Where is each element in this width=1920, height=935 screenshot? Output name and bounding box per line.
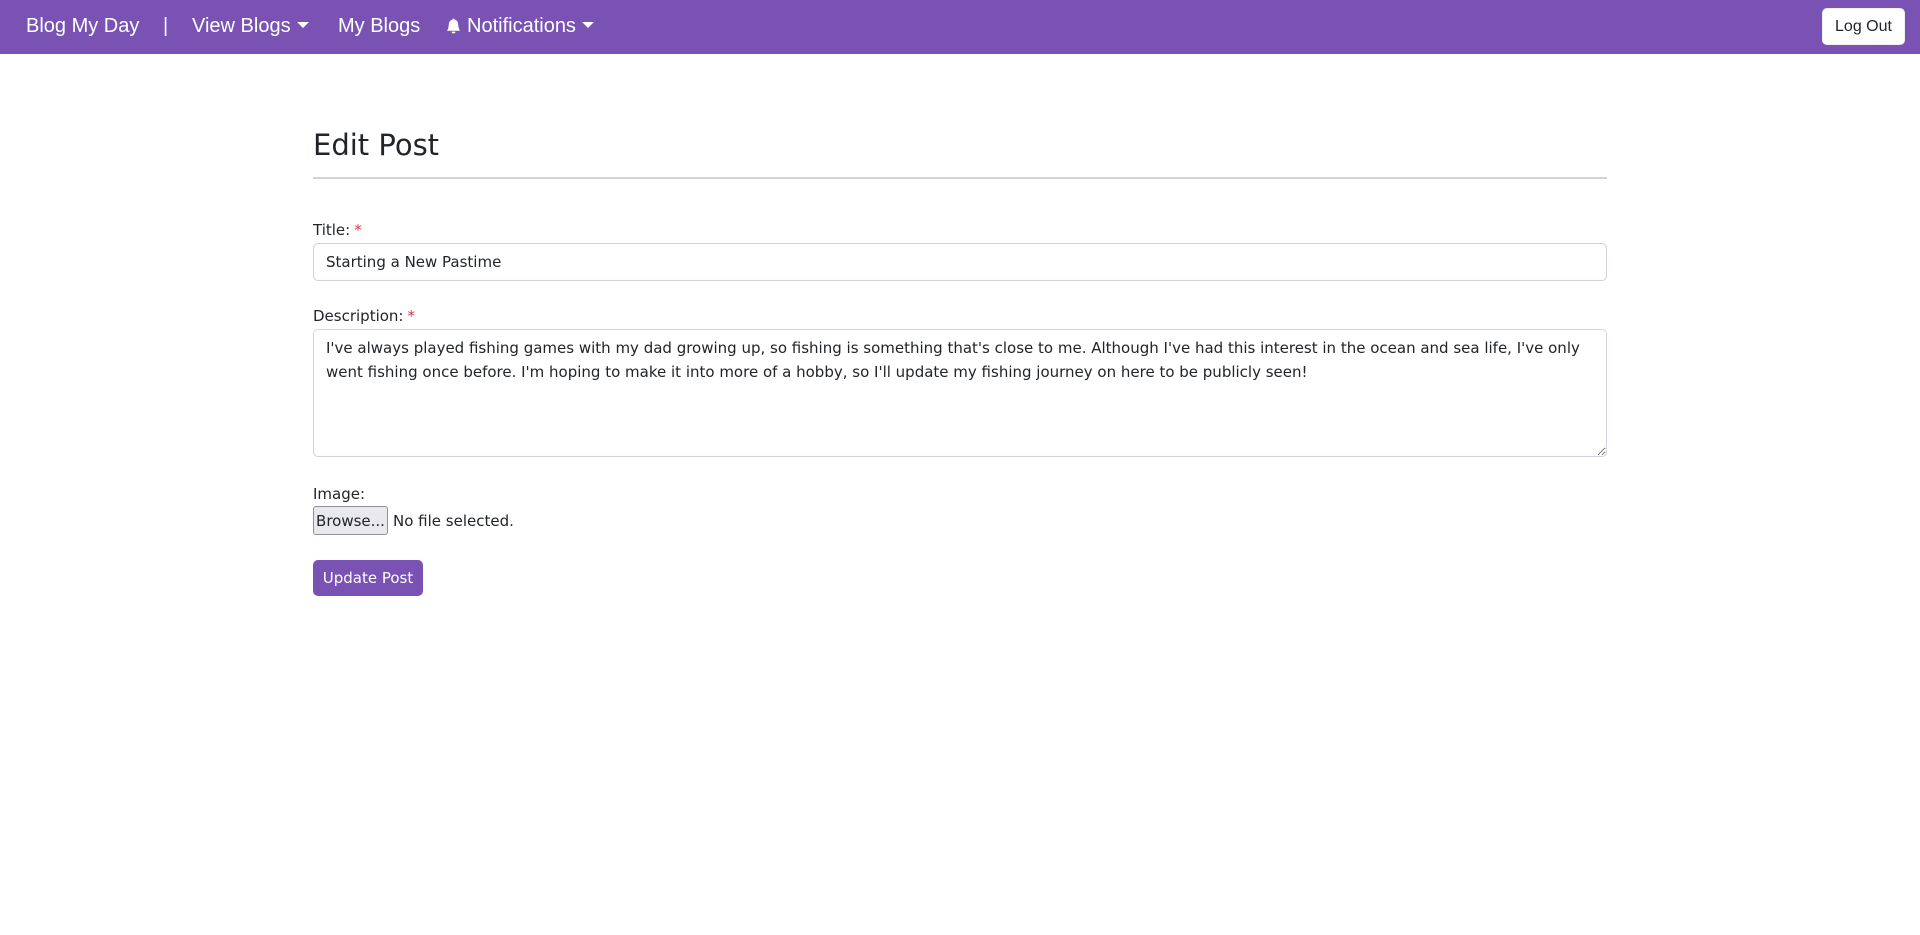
file-status-text: No file selected. [393,512,514,530]
brand-link[interactable]: Blog My Day [26,13,139,39]
view-blogs-dropdown[interactable]: View Blogs [192,13,309,39]
image-label: Image: [313,485,366,503]
bell-icon [446,18,461,34]
browse-file-button[interactable]: Browse... [313,506,388,535]
title-label-group: Title: * [313,220,362,240]
update-post-button[interactable]: Update Post [313,560,423,596]
title-input[interactable] [313,243,1607,281]
title-label: Title: [313,221,351,239]
chevron-down-icon [581,22,594,28]
chevron-down-icon [296,22,309,28]
page-title: Edit Post [313,128,440,162]
heading-divider [313,177,1607,179]
my-blogs-link[interactable]: My Blogs [338,13,420,39]
top-navbar: Blog My Day | View Blogs My Blogs Notifi… [0,0,1920,54]
description-label: Description: [313,307,404,325]
required-marker: * [407,307,415,325]
required-marker: * [354,221,362,239]
nav-separator: | [163,15,169,37]
description-label-group: Description: * [313,306,415,326]
description-textarea[interactable]: I've always played fishing games with my… [313,329,1607,457]
notifications-label: Notifications [467,15,576,37]
logout-button[interactable]: Log Out [1822,8,1905,45]
my-blogs-label: My Blogs [338,15,421,37]
view-blogs-label: View Blogs [192,15,291,37]
notifications-dropdown[interactable]: Notifications [446,13,594,39]
